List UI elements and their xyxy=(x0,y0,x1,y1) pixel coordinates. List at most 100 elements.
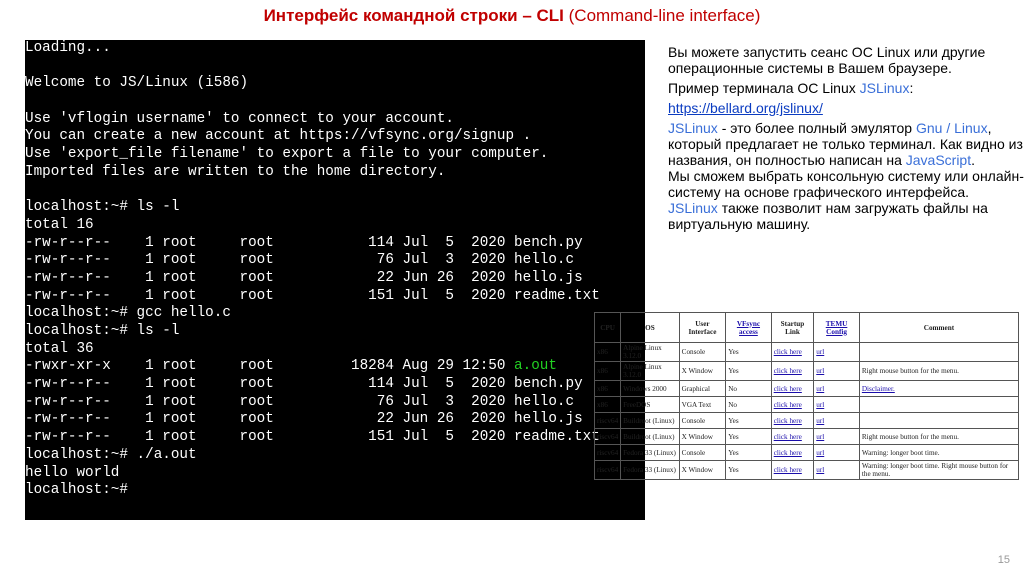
table-cell: x86 xyxy=(593,380,622,397)
table-cell: Fedora 33 (Linux) xyxy=(620,444,680,461)
table-cell[interactable]: url xyxy=(813,444,860,461)
javascript-link[interactable]: JavaScript xyxy=(906,152,971,168)
table-cell[interactable]: url xyxy=(813,380,860,397)
terminal-line: -rw-r--r-- 1 root root 22 Jun 26 2020 he… xyxy=(25,269,583,286)
table-cell: Alpine Linux 3.12.0 xyxy=(620,342,680,362)
table-row: x86 Alpine Linux 3.12.0 X Window Yes click h… xyxy=(593,361,1020,381)
paragraph-choice: Мы сможем выбрать консольную систему или… xyxy=(668,168,1024,200)
table-cell xyxy=(858,412,1020,429)
table-cell: x86 xyxy=(593,361,622,381)
table-header: VFsync access xyxy=(725,312,772,343)
table-cell: Warning: longer boot time. xyxy=(858,444,1020,461)
paragraph-example: Пример терминала ОС Linux JSLinux: xyxy=(652,80,1024,96)
table-cell: Fedora 33 (Linux) xyxy=(620,460,680,480)
table-header: User Interface xyxy=(678,312,727,343)
table-cell: Right mouse button for the menu. xyxy=(858,428,1020,445)
table-cell[interactable]: url xyxy=(813,361,860,381)
table-cell: Windows 2000 xyxy=(620,380,680,397)
table-cell: Yes xyxy=(725,412,772,429)
description-text: Вы можете запустить сеанс ОС Linux или д… xyxy=(652,44,1024,236)
terminal-line: -rw-r--r-- 1 root root 76 Jul 3 2020 hel… xyxy=(25,252,575,269)
terminal-line: Loading... xyxy=(25,40,111,56)
example-text: Пример терминала ОС Linux xyxy=(668,80,860,96)
terminal-line: hello world xyxy=(25,464,120,481)
table-cell[interactable]: url xyxy=(813,342,860,362)
table-cell[interactable]: url xyxy=(813,412,860,429)
jslinux-url-link[interactable]: https://bellard.org/jslinux/ xyxy=(668,100,823,116)
table-cell[interactable]: click here xyxy=(770,460,815,480)
table-row: riscv64 Buildroot (Linux) X Window Yes click… xyxy=(593,428,1020,445)
table-header: Comment xyxy=(858,312,1020,343)
jslinux-link-3[interactable]: JSLinux xyxy=(668,200,718,216)
emulator-end: . xyxy=(971,152,975,168)
table-cell[interactable]: url xyxy=(813,396,860,413)
title-normal: (Command-line interface) xyxy=(563,6,761,25)
table-cell[interactable]: click here xyxy=(770,342,815,362)
table-cell: Alpine Linux 3.12.0 xyxy=(620,361,680,381)
table-cell: Console xyxy=(678,412,727,429)
table-cell[interactable]: url xyxy=(813,460,860,480)
terminal-line: -rw-r--r-- 1 root root 151 Jul 5 2020 re… xyxy=(25,287,600,304)
table-cell: Warning: longer boot time. Right mouse b… xyxy=(858,460,1020,480)
paragraph-emulator: JSLinux - это более полный эмулятор Gnu … xyxy=(652,120,1024,168)
terminal-line: localhost:~# ls -l xyxy=(25,199,180,216)
table-cell[interactable]: click here xyxy=(770,396,815,413)
terminal-line: localhost:~# ./a.out xyxy=(25,446,197,463)
terminal-line: -rw-r--r-- 1 root root 151 Jul 5 2020 re… xyxy=(25,429,600,446)
table-cell: Yes xyxy=(725,342,772,362)
table-cell[interactable]: click here xyxy=(770,361,815,381)
table-cell: No xyxy=(725,380,772,397)
table-cell: Buildroot (Linux) xyxy=(620,428,680,445)
terminal-line: localhost:~# ls -l xyxy=(25,323,180,339)
table-cell: Console xyxy=(678,444,727,461)
table-cell[interactable]: Disclaimer. xyxy=(858,380,1020,397)
jslinux-link-2[interactable]: JSLinux xyxy=(668,120,718,136)
table-cell[interactable]: click here xyxy=(770,428,815,445)
table-cell: riscv64 xyxy=(593,444,622,461)
jslinux-link[interactable]: JSLinux xyxy=(860,80,910,96)
table-cell: Yes xyxy=(725,444,772,461)
emulator-table: CPU OS User Interface VFsync access Startup … xyxy=(593,312,1020,480)
table-header: OS xyxy=(620,312,680,343)
terminal-screenshot: Loading... Welcome to JS/Linux (i586) Use … xyxy=(25,40,645,520)
title-bold: Интерфейс командной строки – CLI xyxy=(263,6,564,25)
paragraph-upload: JSLinux также позволит нам загружать фай… xyxy=(652,200,1024,232)
url-paragraph: https://bellard.org/jslinux/ xyxy=(652,100,1024,116)
table-cell: riscv64 xyxy=(593,412,622,429)
table-cell xyxy=(858,342,1020,362)
terminal-line: Use 'vflogin username' to connect to you… xyxy=(25,110,454,127)
table-cell[interactable]: click here xyxy=(770,380,815,397)
terminal-line: -rwxr-xr-x 1 root root 18284 Aug 29 12:5… xyxy=(25,358,557,375)
terminal-line: Welcome to JS/Linux (i586) xyxy=(25,75,249,92)
terminal-line: You can create a new account at https://… xyxy=(25,128,532,145)
executable-filename: a.out xyxy=(514,358,557,375)
table-cell[interactable]: click here xyxy=(770,444,815,461)
table-cell[interactable]: click here xyxy=(770,412,815,429)
table-cell: Buildroot (Linux) xyxy=(620,412,680,429)
table-cell: x86 xyxy=(593,342,622,362)
terminal-line: -rw-r--r-- 1 root root 114 Jul 5 2020 be… xyxy=(25,376,583,393)
table-row: riscv64 Fedora 33 (Linux) X Window Yes click… xyxy=(593,460,1020,480)
table-cell[interactable]: url xyxy=(813,428,860,445)
table-cell: Graphical xyxy=(678,380,727,397)
table-cell: VGA Text xyxy=(678,396,727,413)
table-header: CPU xyxy=(593,312,622,343)
terminal-line: localhost:~# gcc hello.c xyxy=(25,305,231,322)
terminal-line: -rw-r--r-- 1 root root 76 Jul 3 2020 hel… xyxy=(25,393,575,410)
terminal-line: Use 'export_file filename' to export a f… xyxy=(25,146,549,163)
gnu-linux-link[interactable]: Gnu / Linux xyxy=(916,120,988,136)
table-cell xyxy=(858,396,1020,413)
table-header: Startup Link xyxy=(770,312,815,343)
table-cell: x86 xyxy=(593,396,622,413)
table-cell: X Window xyxy=(678,428,727,445)
table-header: TEMU Config xyxy=(813,312,860,343)
terminal-line: total 36 xyxy=(25,340,94,357)
table-row: x86 Windows 2000 Graphical No click here url D… xyxy=(593,380,1020,397)
table-cell: No xyxy=(725,396,772,413)
paragraph-intro: Вы можете запустить сеанс ОС Linux или д… xyxy=(668,44,986,76)
table-cell: Yes xyxy=(725,361,772,381)
terminal-line: -rw-r--r-- 1 root root 22 Jun 26 2020 he… xyxy=(25,411,583,428)
table-cell: Right mouse button for the menu. xyxy=(858,361,1020,381)
